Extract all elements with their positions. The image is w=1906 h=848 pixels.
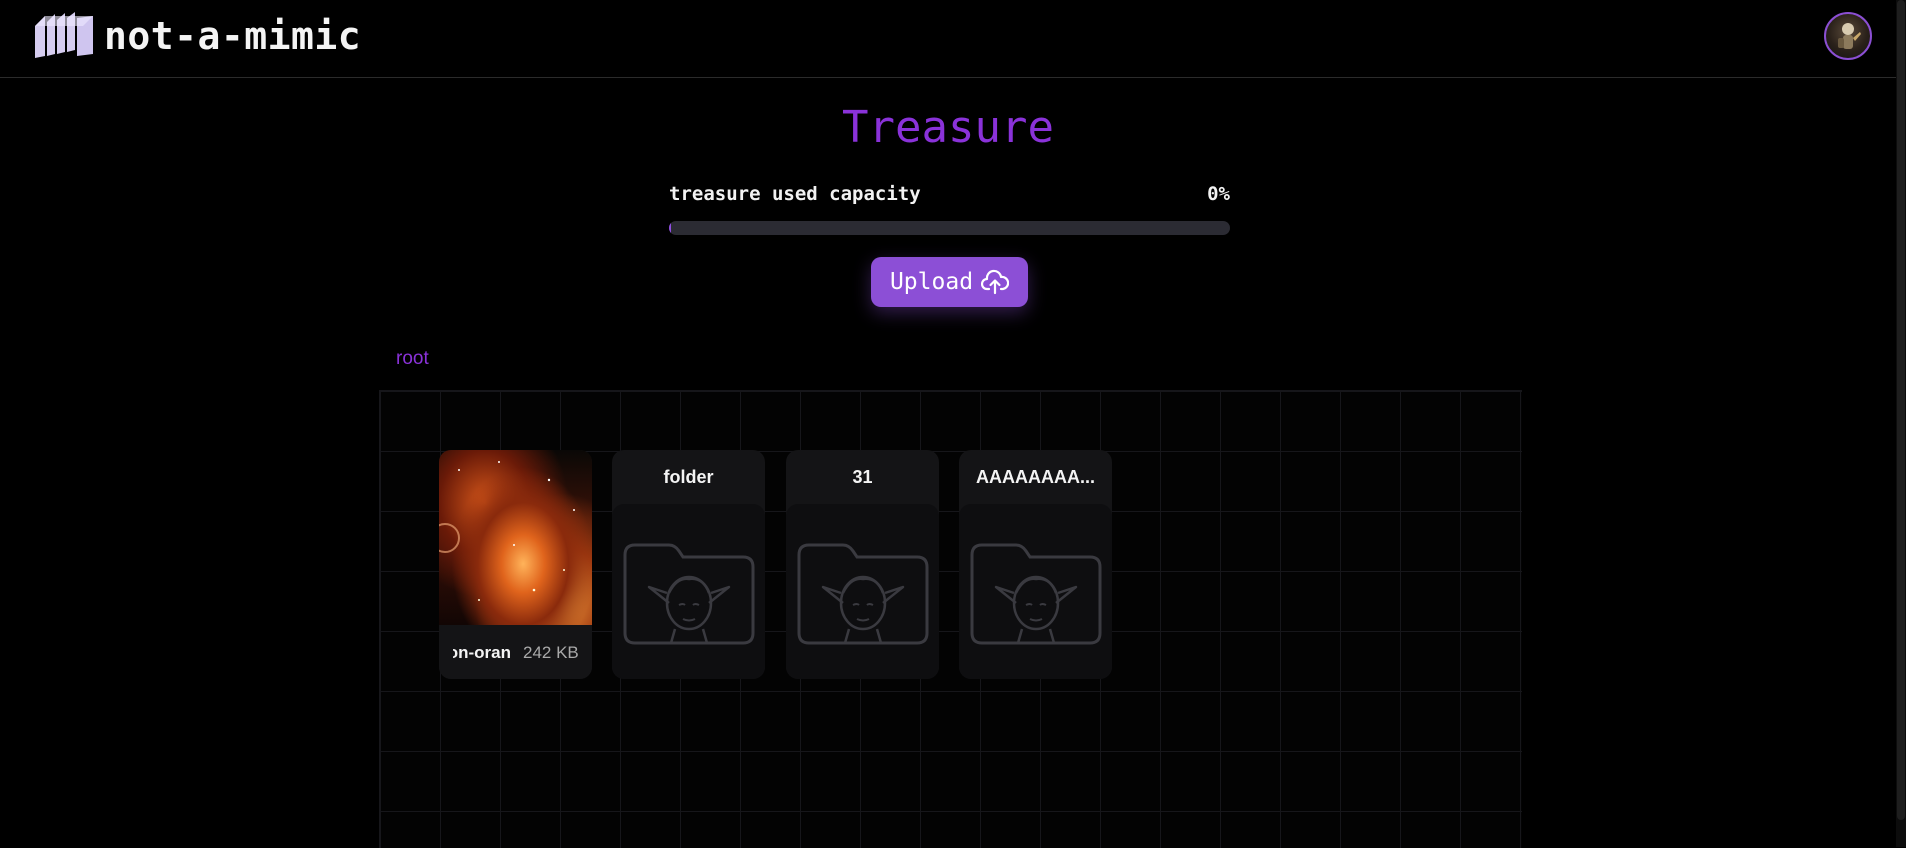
folder-name: folder [663, 466, 714, 487]
file-name: on-oran [453, 643, 511, 662]
file-card-footer: on-oran 242 KB [439, 625, 592, 679]
chest-logo-icon[interactable] [33, 10, 95, 62]
page-title: Treasure [842, 102, 1054, 153]
app-title[interactable]: not-a-mimic [104, 14, 361, 58]
skeleton-knight-icon [1838, 23, 1861, 49]
elf-folder-icon [623, 543, 754, 644]
folder-card[interactable]: folder [612, 450, 765, 679]
folder-card-body [959, 504, 1112, 679]
upload-button-label: Upload [889, 269, 974, 295]
folder-card[interactable]: AAAAAAAA... [959, 450, 1112, 679]
capacity-label: treasure used capacity [669, 183, 921, 205]
capacity-progress-fill [669, 221, 672, 235]
folder-card[interactable]: 31 [786, 450, 939, 679]
user-avatar[interactable] [1824, 12, 1872, 60]
scrollbar-thumb[interactable] [1897, 0, 1905, 820]
capacity-value: 0% [1207, 183, 1230, 205]
image-thumbnail [439, 450, 592, 625]
capacity-progress-bar [669, 221, 1230, 235]
breadcrumb-root[interactable]: root [396, 348, 429, 370]
cloud-upload-icon [981, 269, 1010, 295]
nebula-art [439, 461, 575, 601]
elf-folder-icon [970, 543, 1101, 644]
upload-button[interactable]: Upload [871, 257, 1028, 307]
file-card-image[interactable]: on-oran 242 KB [439, 450, 592, 679]
folder-card-body [612, 504, 765, 679]
top-bar: not-a-mimic [0, 0, 1896, 78]
folder-name: 31 [852, 466, 873, 487]
folder-card-body [786, 504, 939, 679]
file-size: 242 KB [523, 643, 579, 662]
elf-folder-icon [797, 543, 928, 644]
folder-name: AAAAAAAA... [976, 466, 1095, 487]
